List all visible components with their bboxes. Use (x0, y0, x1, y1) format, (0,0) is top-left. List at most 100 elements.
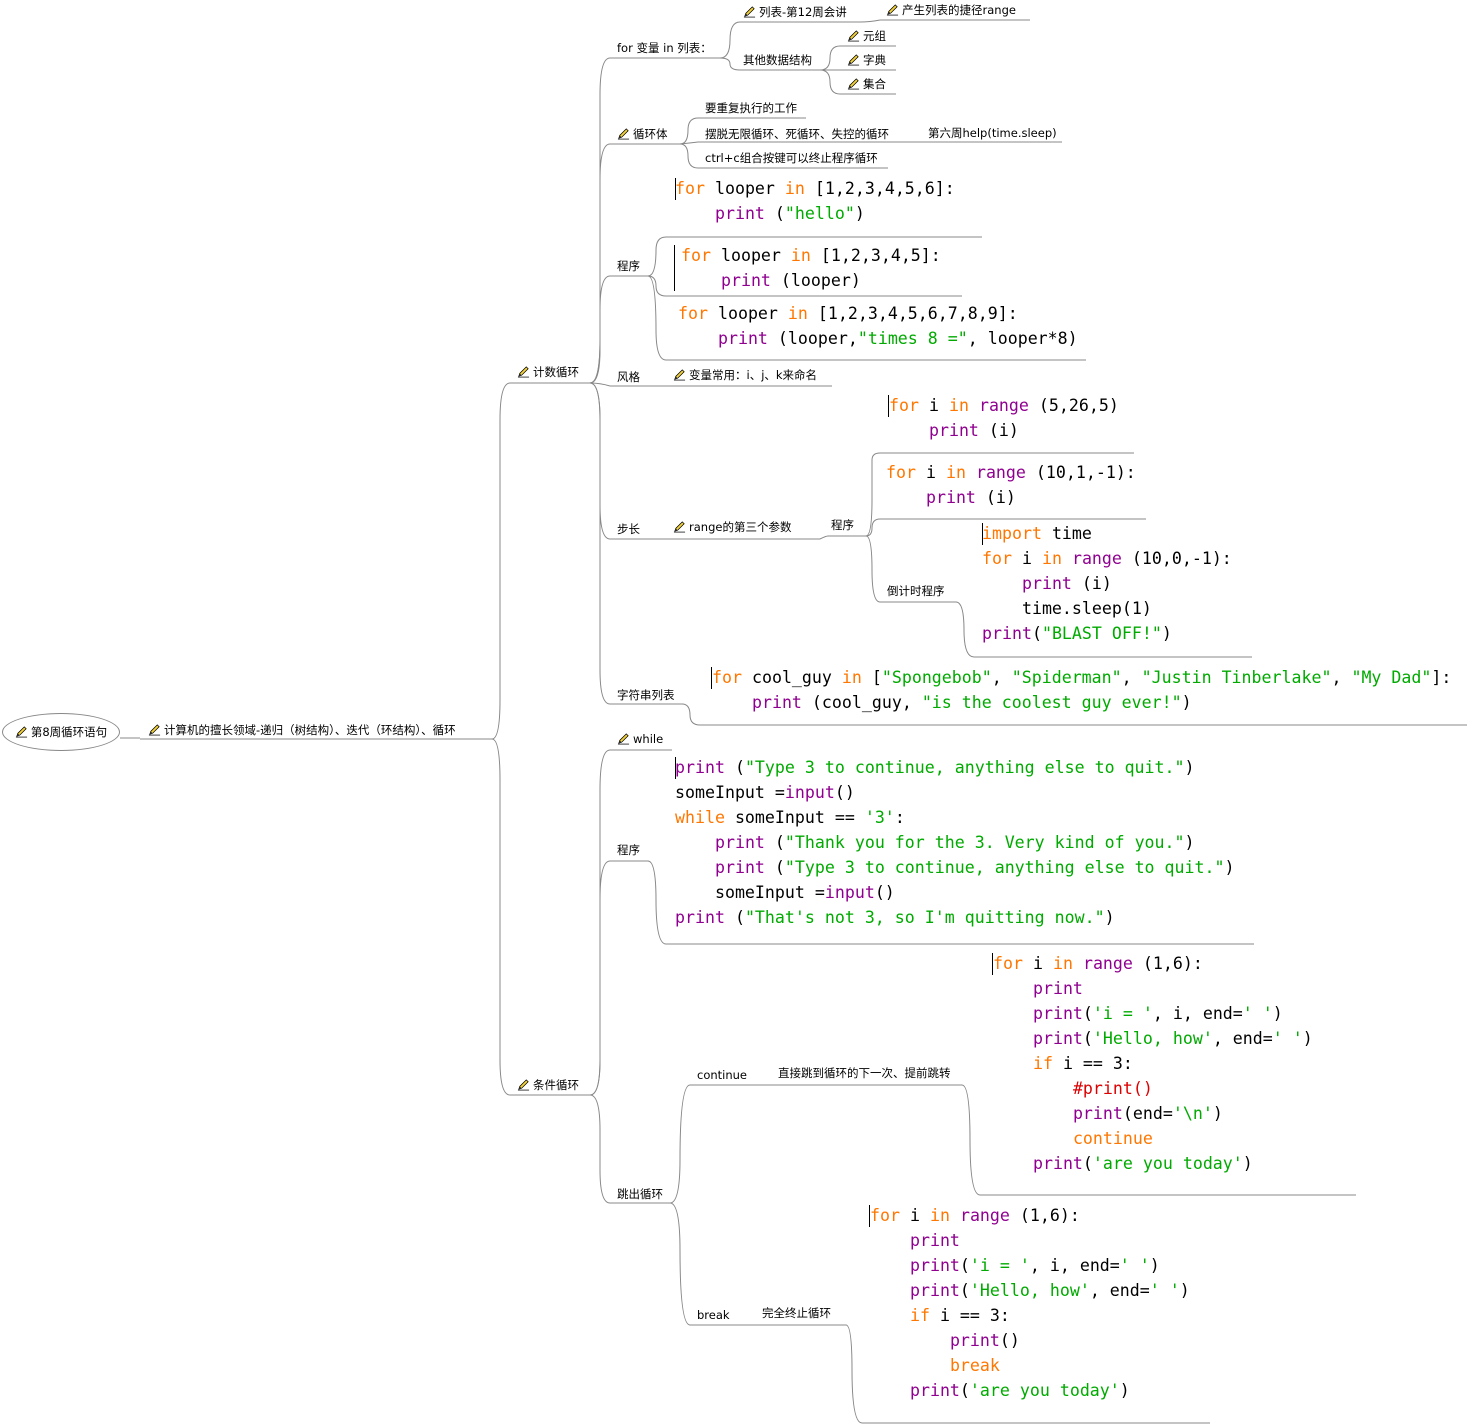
code-times8[interactable]: for looper in [1,2,3,4,5,6,7,8,9]: print… (678, 301, 1078, 351)
style-note-node[interactable]: 变量常用：i、j、k来命名 (673, 368, 817, 382)
code-token: 'Hello, how' (1092, 1029, 1213, 1048)
conditional-loop-node[interactable]: 条件循环 (517, 1078, 579, 1092)
continue-desc-node[interactable]: 直接跳到循环的下一次、提前跳转 (778, 1066, 951, 1080)
step-program-node[interactable]: 程序 (831, 518, 854, 532)
pencil-icon (673, 521, 686, 533)
code-token: ) (1302, 1029, 1313, 1048)
continue-node[interactable]: continue (697, 1068, 747, 1082)
other-structures-node[interactable]: 其他数据结构 (743, 53, 812, 67)
conditional-loop-label: 条件循环 (533, 1078, 579, 1092)
break-node[interactable]: break (697, 1308, 730, 1322)
loop-body-node[interactable]: 循环体 (617, 127, 668, 141)
code-token: if (1032, 1054, 1053, 1073)
code-token: "Spiderman" (1011, 668, 1122, 687)
code-break-program[interactable]: for i in range (1,6): print print('i = '… (870, 1203, 1190, 1403)
list-topic-node[interactable]: 列表-第12周会讲 (743, 5, 847, 19)
code-token: print (720, 271, 771, 290)
code-token: , looper*8) (967, 329, 1078, 348)
dict-node[interactable]: 字典 (847, 53, 886, 67)
code-token: in (787, 304, 808, 323)
code-line: print ("Thank you for the 3. Very kind o… (675, 830, 1234, 855)
body-item-1[interactable]: 要重复执行的工作 (705, 101, 797, 115)
code-while-program[interactable]: print ("Type 3 to continue, anything els… (675, 755, 1234, 930)
code-token: i == 3: (929, 1306, 1010, 1325)
root-label: 第8周循环语句 (30, 725, 108, 739)
root-node-content: 第8周循环语句 (15, 725, 107, 739)
code-token: "is the coolest guy ever!" (921, 693, 1182, 712)
body-item-3[interactable]: ctrl+c组合按键可以终止程序循环 (705, 151, 878, 165)
code-token: for (870, 1206, 900, 1225)
code-line: for looper in [1,2,3,4,5]: (681, 243, 941, 268)
tuple-node[interactable]: 元组 (847, 29, 886, 43)
code-token: print (717, 329, 768, 348)
code-token: ( (724, 758, 745, 777)
code-line: for i in range (10,1,-1): (886, 460, 1136, 485)
pencil-icon (517, 366, 530, 378)
code-cool-guy[interactable]: for cool_guy in ["Spongebob", "Spiderman… (712, 665, 1451, 715)
code-range-up[interactable]: for i in range (5,26,5) print (i) (889, 393, 1119, 443)
dict-label: 字典 (863, 53, 886, 67)
loop-body-label: 循环体 (633, 127, 668, 141)
code-line: print('are you today') (870, 1378, 1190, 1403)
cond-program-node[interactable]: 程序 (617, 843, 640, 857)
string-list-node[interactable]: 字符串列表 (617, 688, 675, 702)
while-node[interactable]: while (617, 732, 663, 746)
code-token: (looper) (770, 271, 861, 290)
code-token: i (915, 463, 946, 482)
root-node[interactable]: 第8周循环语句 (2, 713, 120, 751)
code-continue-program[interactable]: for i in range (1,6): print print('i = '… (993, 951, 1313, 1176)
code-token: ( (1082, 1004, 1093, 1023)
code-token: "Justin Tinberlake" (1141, 668, 1332, 687)
link-list-range (859, 19, 881, 23)
main-branch-node[interactable]: 计算机的擅长领域-递归（树结构）、迭代（环结构）、循环 (148, 723, 456, 737)
code-line: print ("Type 3 to continue, anything els… (675, 755, 1234, 780)
code-token: for (886, 463, 916, 482)
code-token: for (712, 668, 742, 687)
program-node[interactable]: 程序 (617, 259, 640, 273)
code-token: , (1331, 668, 1352, 687)
step-program-label: 程序 (831, 518, 854, 532)
code-token: "times 8 =" (857, 329, 968, 348)
body-item-2-note[interactable]: 第六周help(time.sleep) (928, 126, 1057, 140)
code-token: "Thank you for the 3. Very kind of you." (784, 833, 1185, 852)
code-token: ) (1212, 1104, 1223, 1123)
step-label: 步长 (617, 522, 640, 536)
code-line: print ("That's not 3, so I'm quitting no… (675, 905, 1234, 930)
pencil-icon (673, 369, 686, 381)
break-desc-node[interactable]: 完全终止循环 (762, 1306, 831, 1320)
code-hello[interactable]: for looper in [1,2,3,4,5,6]: print ("hel… (675, 176, 955, 226)
code-line: for i in range (1,6): (870, 1203, 1190, 1228)
code-token: print (675, 908, 725, 927)
link-body-3 (679, 143, 699, 169)
range-shortcut-node[interactable]: 产生列表的捷径range (886, 3, 1016, 17)
exit-loop-node[interactable]: 跳出循环 (617, 1187, 663, 1201)
code-token: range (978, 396, 1029, 415)
code-line: continue (993, 1126, 1313, 1151)
body-item-2[interactable]: 摆脱无限循环、死循环、失控的循环 (705, 127, 889, 141)
code-token: ) (1161, 624, 1172, 643)
code-token: in (945, 463, 966, 482)
code-looper[interactable]: for looper in [1,2,3,4,5]: print (looper… (681, 243, 941, 293)
countdown-node[interactable]: 倒计时程序 (887, 584, 945, 598)
code-line: for i in range (5,26,5) (889, 393, 1119, 418)
for-syntax-node[interactable]: for 变量 in 列表： (617, 41, 712, 55)
code-token: () (834, 783, 855, 802)
code-line: print (i) (889, 418, 1119, 443)
style-node[interactable]: 风格 (617, 370, 640, 384)
link-step-down (865, 518, 881, 537)
counting-loop-node[interactable]: 计数循环 (517, 365, 579, 379)
code-countdown[interactable]: import time for i in range (10,0,-1): pri… (982, 521, 1232, 646)
step-node[interactable]: 步长 (617, 522, 640, 536)
set-node[interactable]: 集合 (847, 77, 886, 91)
code-token: ( (1082, 1029, 1093, 1048)
code-range-down[interactable]: for i in range (10,1,-1): print (i) (886, 460, 1136, 510)
code-token: print (982, 624, 1032, 643)
code-line: for looper in [1,2,3,4,5,6]: (675, 176, 955, 201)
step-param-node[interactable]: range的第三个参数 (673, 520, 791, 534)
